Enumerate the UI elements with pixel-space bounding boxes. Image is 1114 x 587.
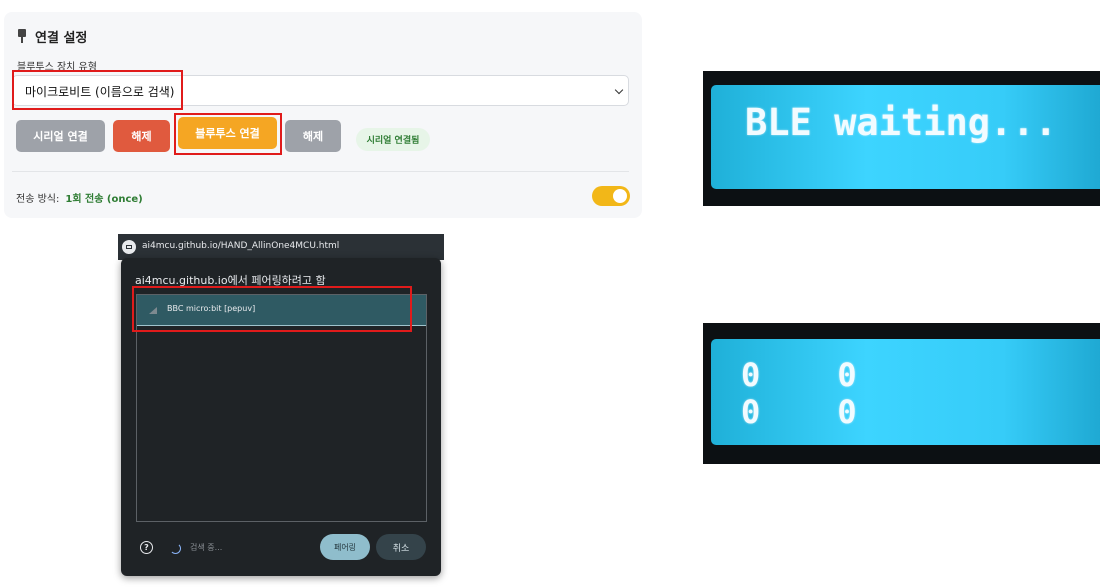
highlight-box-device-type	[12, 70, 183, 110]
lcd-screen: BLE waiting...	[711, 85, 1100, 189]
searching-status: 검색 중...	[190, 543, 223, 552]
toggle-knob	[613, 189, 627, 203]
serial-disconnect-button[interactable]: 해제	[113, 120, 170, 152]
connection-settings-heading: 연결 설정	[17, 27, 87, 46]
lcd-line-2: 0 0	[741, 393, 857, 431]
loading-spinner-icon	[170, 543, 181, 554]
lcd-screen: 0 0 0 0	[711, 339, 1100, 445]
highlight-box-device	[132, 286, 412, 332]
bluetooth-disconnect-button[interactable]: 해제	[285, 120, 341, 152]
cancel-button[interactable]: 취소	[376, 534, 426, 560]
transfer-mode-label: 전송 방식:	[16, 194, 60, 205]
transfer-mode: 전송 방식: 1회 전송 (once)	[16, 190, 143, 205]
lcd-photo-top: BLE waiting...	[703, 71, 1100, 206]
site-info-icon[interactable]	[122, 240, 136, 254]
serial-connect-button[interactable]: 시리얼 연결	[16, 120, 105, 152]
divider	[12, 171, 629, 172]
page-url: ai4mcu.github.io/HAND_AllinOne4MCU.html	[142, 241, 340, 251]
panel-title: 연결 설정	[35, 31, 88, 46]
lcd-line-1: 0 0	[741, 356, 857, 394]
transfer-mode-toggle[interactable]	[592, 186, 630, 206]
chevron-down-icon	[614, 85, 624, 95]
browser-address-bar: ai4mcu.github.io/HAND_AllinOne4MCU.html	[118, 234, 444, 260]
pair-button[interactable]: 페어링	[320, 534, 370, 560]
plug-icon	[17, 29, 27, 44]
connection-settings-panel	[4, 12, 642, 218]
highlight-box-bluetooth-connect	[174, 113, 282, 155]
lcd-photo-bottom: 0 0 0 0	[703, 323, 1100, 464]
status-badge: 시리얼 연결됨	[356, 128, 430, 151]
help-icon[interactable]: ?	[140, 541, 153, 554]
lcd-line-1: BLE waiting...	[745, 101, 1057, 144]
transfer-mode-value: 1회 전송 (once)	[65, 194, 143, 205]
